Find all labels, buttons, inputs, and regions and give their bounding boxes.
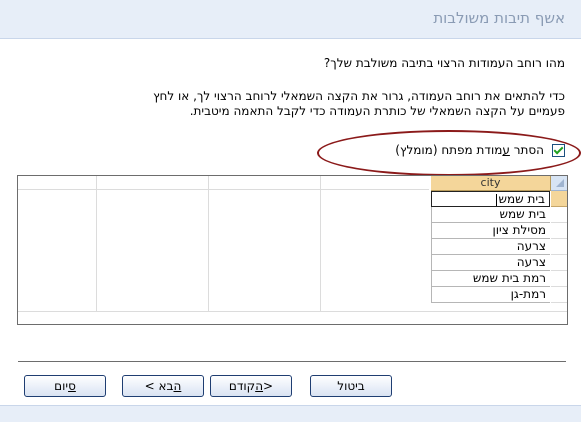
instructions-line-2: פעמיים על הקצה השמאלי של כותרת העמודה כד… xyxy=(189,104,565,118)
row-selector[interactable] xyxy=(551,207,567,223)
horizontal-scrollbar[interactable] xyxy=(18,311,567,324)
grid-cell[interactable]: בית שמש xyxy=(431,191,550,207)
row-selector[interactable] xyxy=(551,223,567,239)
empty-column-divider xyxy=(208,176,209,324)
grid-cell[interactable]: בית שמש xyxy=(431,207,550,223)
cancel-button[interactable]: ביטול xyxy=(310,375,392,397)
question-text: מהו רוחב העמודות הרצוי בתיבה משולבת שלך? xyxy=(323,56,565,70)
row-selectors xyxy=(551,191,567,303)
instructions-line-1: כדי להתאים את רוחב העמודה, גרור את הקצה … xyxy=(153,89,565,103)
empty-header-strip xyxy=(18,176,429,190)
hide-key-column-option[interactable]: הסתר עמודת מפתח (מומלץ) xyxy=(395,143,565,157)
hide-key-column-checkbox[interactable] xyxy=(552,143,565,157)
next-button[interactable]: הבא > xyxy=(122,375,204,397)
grid-cell[interactable]: רמת בית שמש xyxy=(431,271,550,287)
grid-cell[interactable]: רמת-גן xyxy=(431,287,550,303)
grid-cell[interactable]: מסילת ציון xyxy=(431,223,550,239)
column-preview-grid: city בית שמש בית שמש מסילת ציון צרעה צרע… xyxy=(17,175,568,325)
bottom-strip xyxy=(0,405,581,422)
grid-cell[interactable]: צרעה xyxy=(431,239,550,255)
back-button[interactable]: <הקודם xyxy=(210,375,292,397)
finish-button[interactable]: סיום xyxy=(24,375,106,397)
row-selector[interactable] xyxy=(551,255,567,271)
row-selector[interactable] xyxy=(551,287,567,303)
window-title: אשף תיבות משולבות xyxy=(433,9,565,27)
column-header-city[interactable]: city xyxy=(431,176,551,191)
row-selector[interactable] xyxy=(551,271,567,287)
grid-cell[interactable]: צרעה xyxy=(431,255,550,271)
row-selector[interactable] xyxy=(551,239,567,255)
separator-line xyxy=(18,361,566,363)
title-bar: אשף תיבות משולבות xyxy=(0,0,581,39)
hide-key-column-label[interactable]: הסתר עמודת מפתח (מומלץ) xyxy=(395,143,544,157)
city-column: בית שמש בית שמש מסילת ציון צרעה צרעה רמת… xyxy=(431,191,550,303)
row-selector[interactable] xyxy=(551,191,567,207)
empty-column-divider xyxy=(96,176,97,324)
select-all-corner[interactable] xyxy=(551,176,567,191)
empty-column-divider xyxy=(320,176,321,324)
instructions: כדי להתאים את רוחב העמודה, גרור את הקצה … xyxy=(17,89,565,119)
